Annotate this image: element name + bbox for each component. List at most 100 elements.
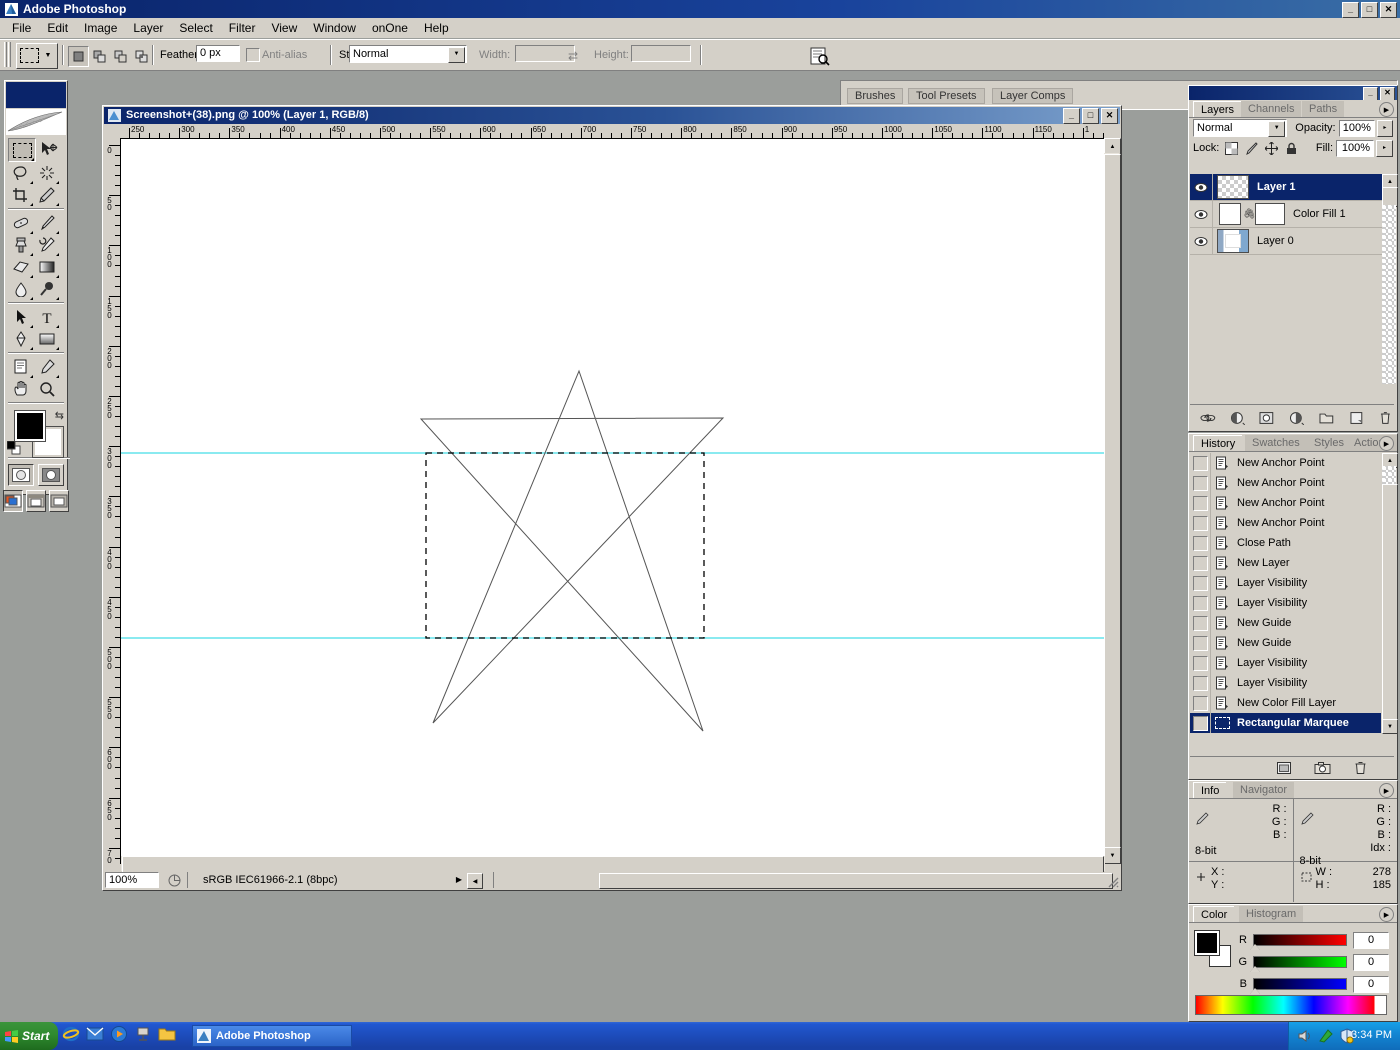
- layer-thumbnail[interactable]: [1217, 175, 1249, 199]
- tab-swatches[interactable]: Swatches: [1245, 435, 1307, 451]
- magic-wand-tool[interactable]: [34, 162, 60, 184]
- layer-fill-thumbnail[interactable]: [1219, 203, 1241, 225]
- width-input[interactable]: [515, 45, 575, 62]
- dodge-tool[interactable]: [34, 278, 60, 300]
- color-slider-thumb[interactable]: [1250, 988, 1260, 994]
- history-state-row[interactable]: Rectangular Marquee: [1190, 713, 1381, 733]
- close-button[interactable]: ✕: [1380, 2, 1397, 18]
- eraser-tool[interactable]: [8, 256, 34, 278]
- internet-explorer-icon[interactable]: [62, 1025, 80, 1043]
- document-minimize-button[interactable]: _: [1063, 108, 1080, 124]
- tab-histogram[interactable]: Histogram: [1239, 906, 1304, 922]
- outlook-express-icon[interactable]: [86, 1025, 104, 1043]
- style-select[interactable]: Normal ▼: [349, 45, 467, 63]
- layers-close-button[interactable]: ✕: [1380, 87, 1395, 101]
- palette-tab-tool-presets[interactable]: Tool Presets: [908, 88, 985, 104]
- history-state-row[interactable]: New Anchor Point: [1190, 453, 1381, 473]
- color-channel-value[interactable]: 0: [1353, 931, 1389, 949]
- layer-mask-thumbnail[interactable]: [1255, 203, 1285, 225]
- full-screen-mode-button[interactable]: [49, 490, 69, 512]
- status-menu-arrow-icon[interactable]: ▶: [453, 873, 465, 887]
- history-snapshot-source-toggle[interactable]: [1190, 613, 1211, 633]
- menu-item-image[interactable]: Image: [76, 18, 125, 38]
- document-maximize-button[interactable]: □: [1082, 108, 1099, 124]
- quick-mask-mode-button[interactable]: [38, 464, 64, 486]
- history-state-row[interactable]: Close Path: [1190, 533, 1381, 553]
- scroll-down-button[interactable]: ▼: [1104, 847, 1121, 864]
- layers-palette-title-bar[interactable]: _ ✕: [1189, 86, 1397, 101]
- lock-all-icon[interactable]: [1285, 142, 1298, 155]
- menu-item-edit[interactable]: Edit: [39, 18, 76, 38]
- crop-tool[interactable]: [8, 184, 34, 206]
- vertical-scroll-thumb[interactable]: [1104, 154, 1121, 848]
- color-channel-value[interactable]: 0: [1353, 975, 1389, 993]
- menu-item-onone[interactable]: onOne: [364, 18, 416, 38]
- history-snapshot-source-toggle[interactable]: [1190, 593, 1211, 613]
- layer-row[interactable]: Layer 1: [1190, 174, 1382, 201]
- eyedropper-tool[interactable]: [34, 356, 60, 378]
- blur-tool[interactable]: [8, 278, 34, 300]
- swap-width-height-icon[interactable]: ⇄: [568, 49, 578, 63]
- new-layer-icon[interactable]: [1349, 411, 1365, 425]
- chevron-down-icon[interactable]: ▼: [448, 47, 465, 63]
- foreground-color-swatch[interactable]: [14, 410, 46, 442]
- zoom-level-input[interactable]: 100%: [105, 872, 159, 888]
- link-layers-icon[interactable]: [1200, 411, 1216, 425]
- windows-media-player-icon[interactable]: [110, 1025, 128, 1043]
- lock-transparent-pixels-icon[interactable]: [1225, 141, 1239, 155]
- opacity-scrubber-button[interactable]: ▸: [1376, 119, 1393, 137]
- info-palette-menu-icon[interactable]: ▶: [1379, 783, 1394, 798]
- history-brush-tool[interactable]: [34, 234, 60, 256]
- layer-visibility-toggle[interactable]: [1190, 201, 1213, 227]
- pen-tool[interactable]: [8, 328, 34, 350]
- network-icon[interactable]: [1318, 1028, 1334, 1044]
- color-channel-slider[interactable]: [1250, 978, 1347, 994]
- history-palette-menu-icon[interactable]: ▶: [1379, 436, 1394, 451]
- menu-item-select[interactable]: Select: [171, 18, 220, 38]
- horizontal-ruler[interactable]: 250 300 350 400 450 500 550 600 650 700 750 800 850 9…: [105, 125, 1112, 139]
- history-state-row[interactable]: New Color Fill Layer: [1190, 693, 1381, 713]
- layer-style-icon[interactable]: [1230, 411, 1246, 425]
- history-snapshot-source-toggle[interactable]: [1190, 673, 1211, 693]
- new-snapshot-icon[interactable]: [1314, 761, 1331, 775]
- tab-navigator[interactable]: Navigator: [1233, 782, 1295, 798]
- rectangular-marquee-tool[interactable]: [8, 138, 36, 162]
- layer-row[interactable]: 🖇 Color Fill 1: [1190, 201, 1382, 228]
- color-foreground-swatch[interactable]: [1194, 930, 1220, 956]
- history-state-row[interactable]: New Anchor Point: [1190, 493, 1381, 513]
- adjustment-layer-icon[interactable]: [1289, 411, 1305, 425]
- history-snapshot-source-toggle[interactable]: [1190, 493, 1211, 513]
- history-snapshot-source-toggle[interactable]: [1190, 693, 1211, 713]
- image-canvas[interactable]: [121, 139, 1105, 863]
- full-screen-with-menubar-button[interactable]: [26, 490, 46, 512]
- swap-colors-icon[interactable]: ⇆: [55, 409, 64, 422]
- color-slider-thumb[interactable]: [1250, 966, 1260, 972]
- history-state-row[interactable]: New Anchor Point: [1190, 513, 1381, 533]
- folder-icon[interactable]: [158, 1025, 176, 1043]
- history-snapshot-source-toggle[interactable]: [1190, 513, 1211, 533]
- chevron-down-icon[interactable]: ▼: [41, 44, 55, 66]
- fill-scrubber-button[interactable]: ▸: [1376, 139, 1393, 157]
- history-state-row[interactable]: New Anchor Point: [1190, 473, 1381, 493]
- canvas-vertical-scrollbar[interactable]: ▲ ▼: [1104, 138, 1121, 864]
- color-channel-value[interactable]: 0: [1353, 953, 1389, 971]
- intersect-with-selection-button[interactable]: [131, 46, 152, 67]
- window-resize-grip[interactable]: [1105, 874, 1119, 888]
- lock-image-pixels-icon[interactable]: [1245, 141, 1258, 155]
- layers-minimize-button[interactable]: _: [1363, 87, 1378, 101]
- anti-alias-checkbox[interactable]: [246, 48, 260, 62]
- path-selection-tool[interactable]: [8, 306, 34, 328]
- history-state-row[interactable]: Layer Visibility: [1190, 573, 1381, 593]
- zoom-tool[interactable]: [34, 378, 60, 400]
- menu-item-file[interactable]: File: [4, 18, 39, 38]
- lasso-tool[interactable]: [8, 162, 34, 184]
- blend-mode-select[interactable]: Normal ▼: [1193, 119, 1288, 137]
- layer-thumbnail[interactable]: [1217, 229, 1249, 253]
- move-tool[interactable]: [36, 138, 62, 160]
- history-snapshot-source-toggle[interactable]: [1190, 553, 1211, 573]
- shape-tool[interactable]: [34, 328, 60, 350]
- layer-row[interactable]: Layer 0: [1190, 228, 1382, 255]
- toolbox-drag-bar[interactable]: [6, 82, 66, 108]
- layer-mask-link-icon[interactable]: 🖇: [1243, 209, 1256, 220]
- history-scrollbar[interactable]: ▲ ▼: [1382, 453, 1398, 734]
